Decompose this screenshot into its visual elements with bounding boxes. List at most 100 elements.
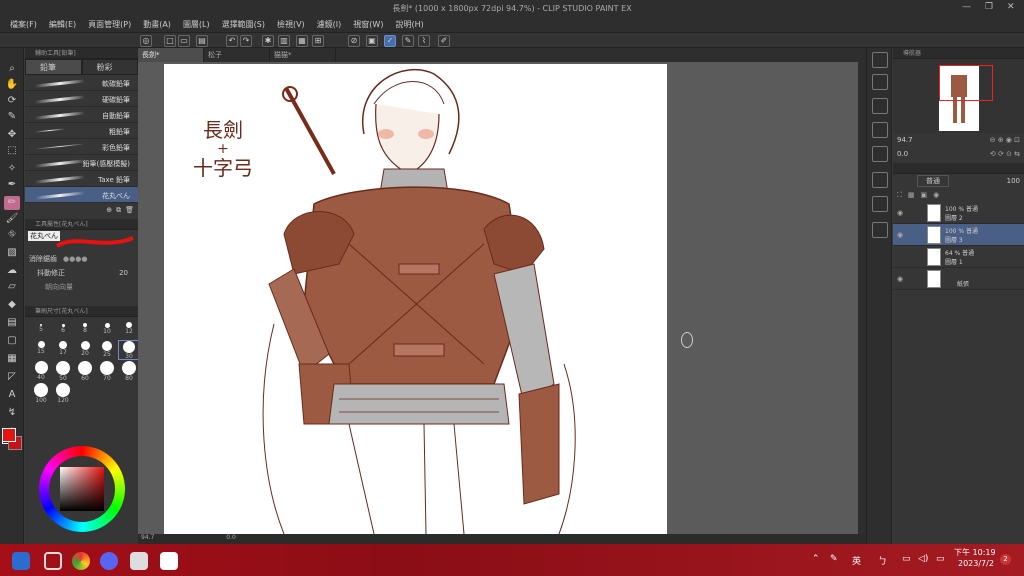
task-view-icon[interactable] (44, 552, 62, 570)
add-icon[interactable]: ⊕ (106, 206, 112, 214)
current-color-swatch[interactable] (2, 428, 16, 442)
tab-document-2[interactable]: 松子 (204, 48, 270, 62)
size-dot[interactable]: 80 (119, 361, 139, 382)
size-dot[interactable]: 50 (53, 361, 73, 382)
maximize-button[interactable]: ❐ (985, 2, 993, 12)
brush-item[interactable]: 鉛筆(感壓模擬) (25, 155, 138, 171)
notification-badge[interactable]: 2 (1000, 554, 1011, 565)
navigator-angle[interactable]: 0.0 (897, 150, 908, 158)
size-dot[interactable]: 100 (31, 383, 51, 404)
clock-time[interactable]: 下午 10:19 (954, 547, 996, 558)
magic-wand-icon[interactable]: ✧ (4, 162, 20, 176)
layer-opacity[interactable]: 100 (1007, 177, 1020, 185)
rotate-icon[interactable]: ⟳ (4, 94, 20, 108)
size-dot[interactable]: 25 (97, 341, 117, 359)
brush-item[interactable]: 彩色鉛筆 (25, 139, 138, 155)
minimize-button[interactable]: — (962, 2, 971, 12)
menu-filter[interactable]: 濾鏡(I) (317, 19, 342, 30)
menu-page[interactable]: 頁面管理(P) (88, 19, 131, 30)
fill-tool-icon[interactable]: ◆ (4, 298, 20, 312)
marquee-icon[interactable]: ⬚ (4, 144, 20, 158)
battery-icon[interactable]: ▭ (936, 554, 945, 564)
layer-row-paper[interactable]: ◉ 紙張 (893, 268, 1024, 290)
save-icon[interactable]: ▤ (196, 35, 208, 47)
panel-icon-5[interactable] (872, 146, 888, 162)
pen-tool-icon[interactable]: ✒ (4, 178, 20, 192)
eyedropper-icon[interactable]: ✎ (4, 110, 20, 124)
invert-icon[interactable]: ▣ (366, 35, 378, 47)
color-wheel[interactable] (39, 446, 125, 532)
size-dot[interactable]: 6 (53, 321, 73, 339)
panel-icon-8[interactable] (872, 222, 888, 238)
size-dot[interactable]: 17 (53, 341, 73, 359)
menu-view[interactable]: 檢視(V) (277, 19, 305, 30)
menu-animation[interactable]: 動畫(A) (143, 19, 171, 30)
size-dot[interactable]: 60 (75, 361, 95, 382)
delete-icon[interactable]: 🗑 (125, 206, 134, 214)
tab-pencil[interactable]: 鉛筆 (25, 59, 82, 75)
size-dot[interactable]: 15 (31, 341, 51, 359)
menu-select[interactable]: 選擇範圍(S) (222, 19, 265, 30)
size-dot[interactable]: 40 (31, 361, 51, 381)
panel-icon-3[interactable] (872, 98, 888, 114)
figure-icon[interactable]: ▢ (4, 334, 20, 348)
redo-icon[interactable]: ↷ (240, 35, 252, 47)
status-zoom[interactable]: 94.7 (141, 534, 154, 541)
menu-window[interactable]: 視窗(W) (353, 19, 383, 30)
move-layer-icon[interactable]: ✥ (4, 128, 20, 142)
deselect-icon[interactable]: ⊘ (348, 35, 360, 47)
size-dot[interactable]: 5 (31, 321, 51, 339)
brush-tool-icon[interactable]: 🖌 (4, 212, 20, 226)
brush-item[interactable]: 軟碳鉛筆 (25, 75, 138, 91)
clip-studio-app-icon[interactable] (130, 552, 148, 570)
panel-icon-6[interactable] (872, 172, 888, 188)
ruler-icon[interactable]: ⌇ (418, 35, 430, 47)
visibility-icon[interactable]: ◉ (897, 231, 903, 239)
visibility-icon[interactable]: ◉ (897, 275, 903, 283)
size-dot-selected[interactable]: 30 (118, 340, 140, 360)
visibility-icon[interactable]: ◉ (897, 209, 903, 217)
balloon-icon[interactable]: ↯ (4, 406, 20, 420)
menu-help[interactable]: 說明(H) (395, 19, 423, 30)
drawing-canvas[interactable]: 長劍 + 十字弓 (164, 64, 667, 534)
fill-icon[interactable]: ▥ (278, 35, 290, 47)
monitor-icon[interactable]: ▭ (902, 554, 911, 564)
ref-icon[interactable]: ▣ (921, 191, 928, 199)
panel-icon-1[interactable] (872, 52, 888, 68)
ime-language[interactable]: 英 (852, 554, 861, 567)
ruler-tool-icon[interactable]: ◸ (4, 370, 20, 384)
clock-date[interactable]: 2023/7/2 (958, 559, 994, 568)
clip-studio-paint-icon[interactable] (160, 552, 178, 570)
layer-row[interactable]: 64 % 普通 圖層 1 (893, 246, 1024, 268)
brush-item-selected[interactable]: 花丸ぺん (25, 187, 138, 203)
menu-edit[interactable]: 編輯(E) (49, 19, 76, 30)
panel-icon-2[interactable] (872, 74, 888, 90)
tab-pastel[interactable]: 粉彩 (81, 59, 138, 75)
brush-item[interactable]: 粗鉛筆 (25, 123, 138, 139)
ime-mode-icon[interactable]: ㄅ (878, 554, 887, 567)
navigator-zoom[interactable]: 94.7 (897, 136, 913, 144)
size-dot[interactable]: 70 (97, 361, 117, 382)
tray-chevron-icon[interactable]: ⌃ (812, 554, 820, 564)
reference-icon[interactable]: ✐ (438, 35, 450, 47)
text-tool-icon[interactable]: A (4, 388, 20, 402)
brush-item[interactable]: Taxe 鉛筆 (25, 171, 138, 187)
size-dot[interactable]: 10 (97, 321, 117, 339)
decoration-icon[interactable]: ▧ (4, 246, 20, 260)
menu-file[interactable]: 檔案(F) (10, 19, 37, 30)
zoom-tool-icon[interactable]: ⌕ (4, 62, 20, 76)
gradient-icon[interactable]: ▤ (4, 316, 20, 330)
close-button[interactable]: ✕ (1007, 2, 1015, 12)
undo-icon[interactable]: ↶ (226, 35, 238, 47)
open-file-icon[interactable]: ▭ (178, 35, 190, 47)
navigator-viewport[interactable] (939, 65, 993, 101)
lock-icon[interactable]: ⛶ (897, 191, 902, 200)
blend-mode-select[interactable]: 普通 (917, 175, 949, 187)
tab-document-1[interactable]: 長劍* (138, 48, 204, 62)
stabilize-row[interactable]: 抖動修正 20 (25, 266, 138, 280)
mask-icon[interactable]: ◉ (933, 191, 939, 199)
brush-item[interactable]: 自動鉛筆 (25, 107, 138, 123)
color-square[interactable] (60, 467, 104, 511)
blend-icon[interactable]: ☁ (4, 264, 20, 278)
layer-row-selected[interactable]: ◉ 100 % 普通 圖層 3 (893, 224, 1024, 246)
